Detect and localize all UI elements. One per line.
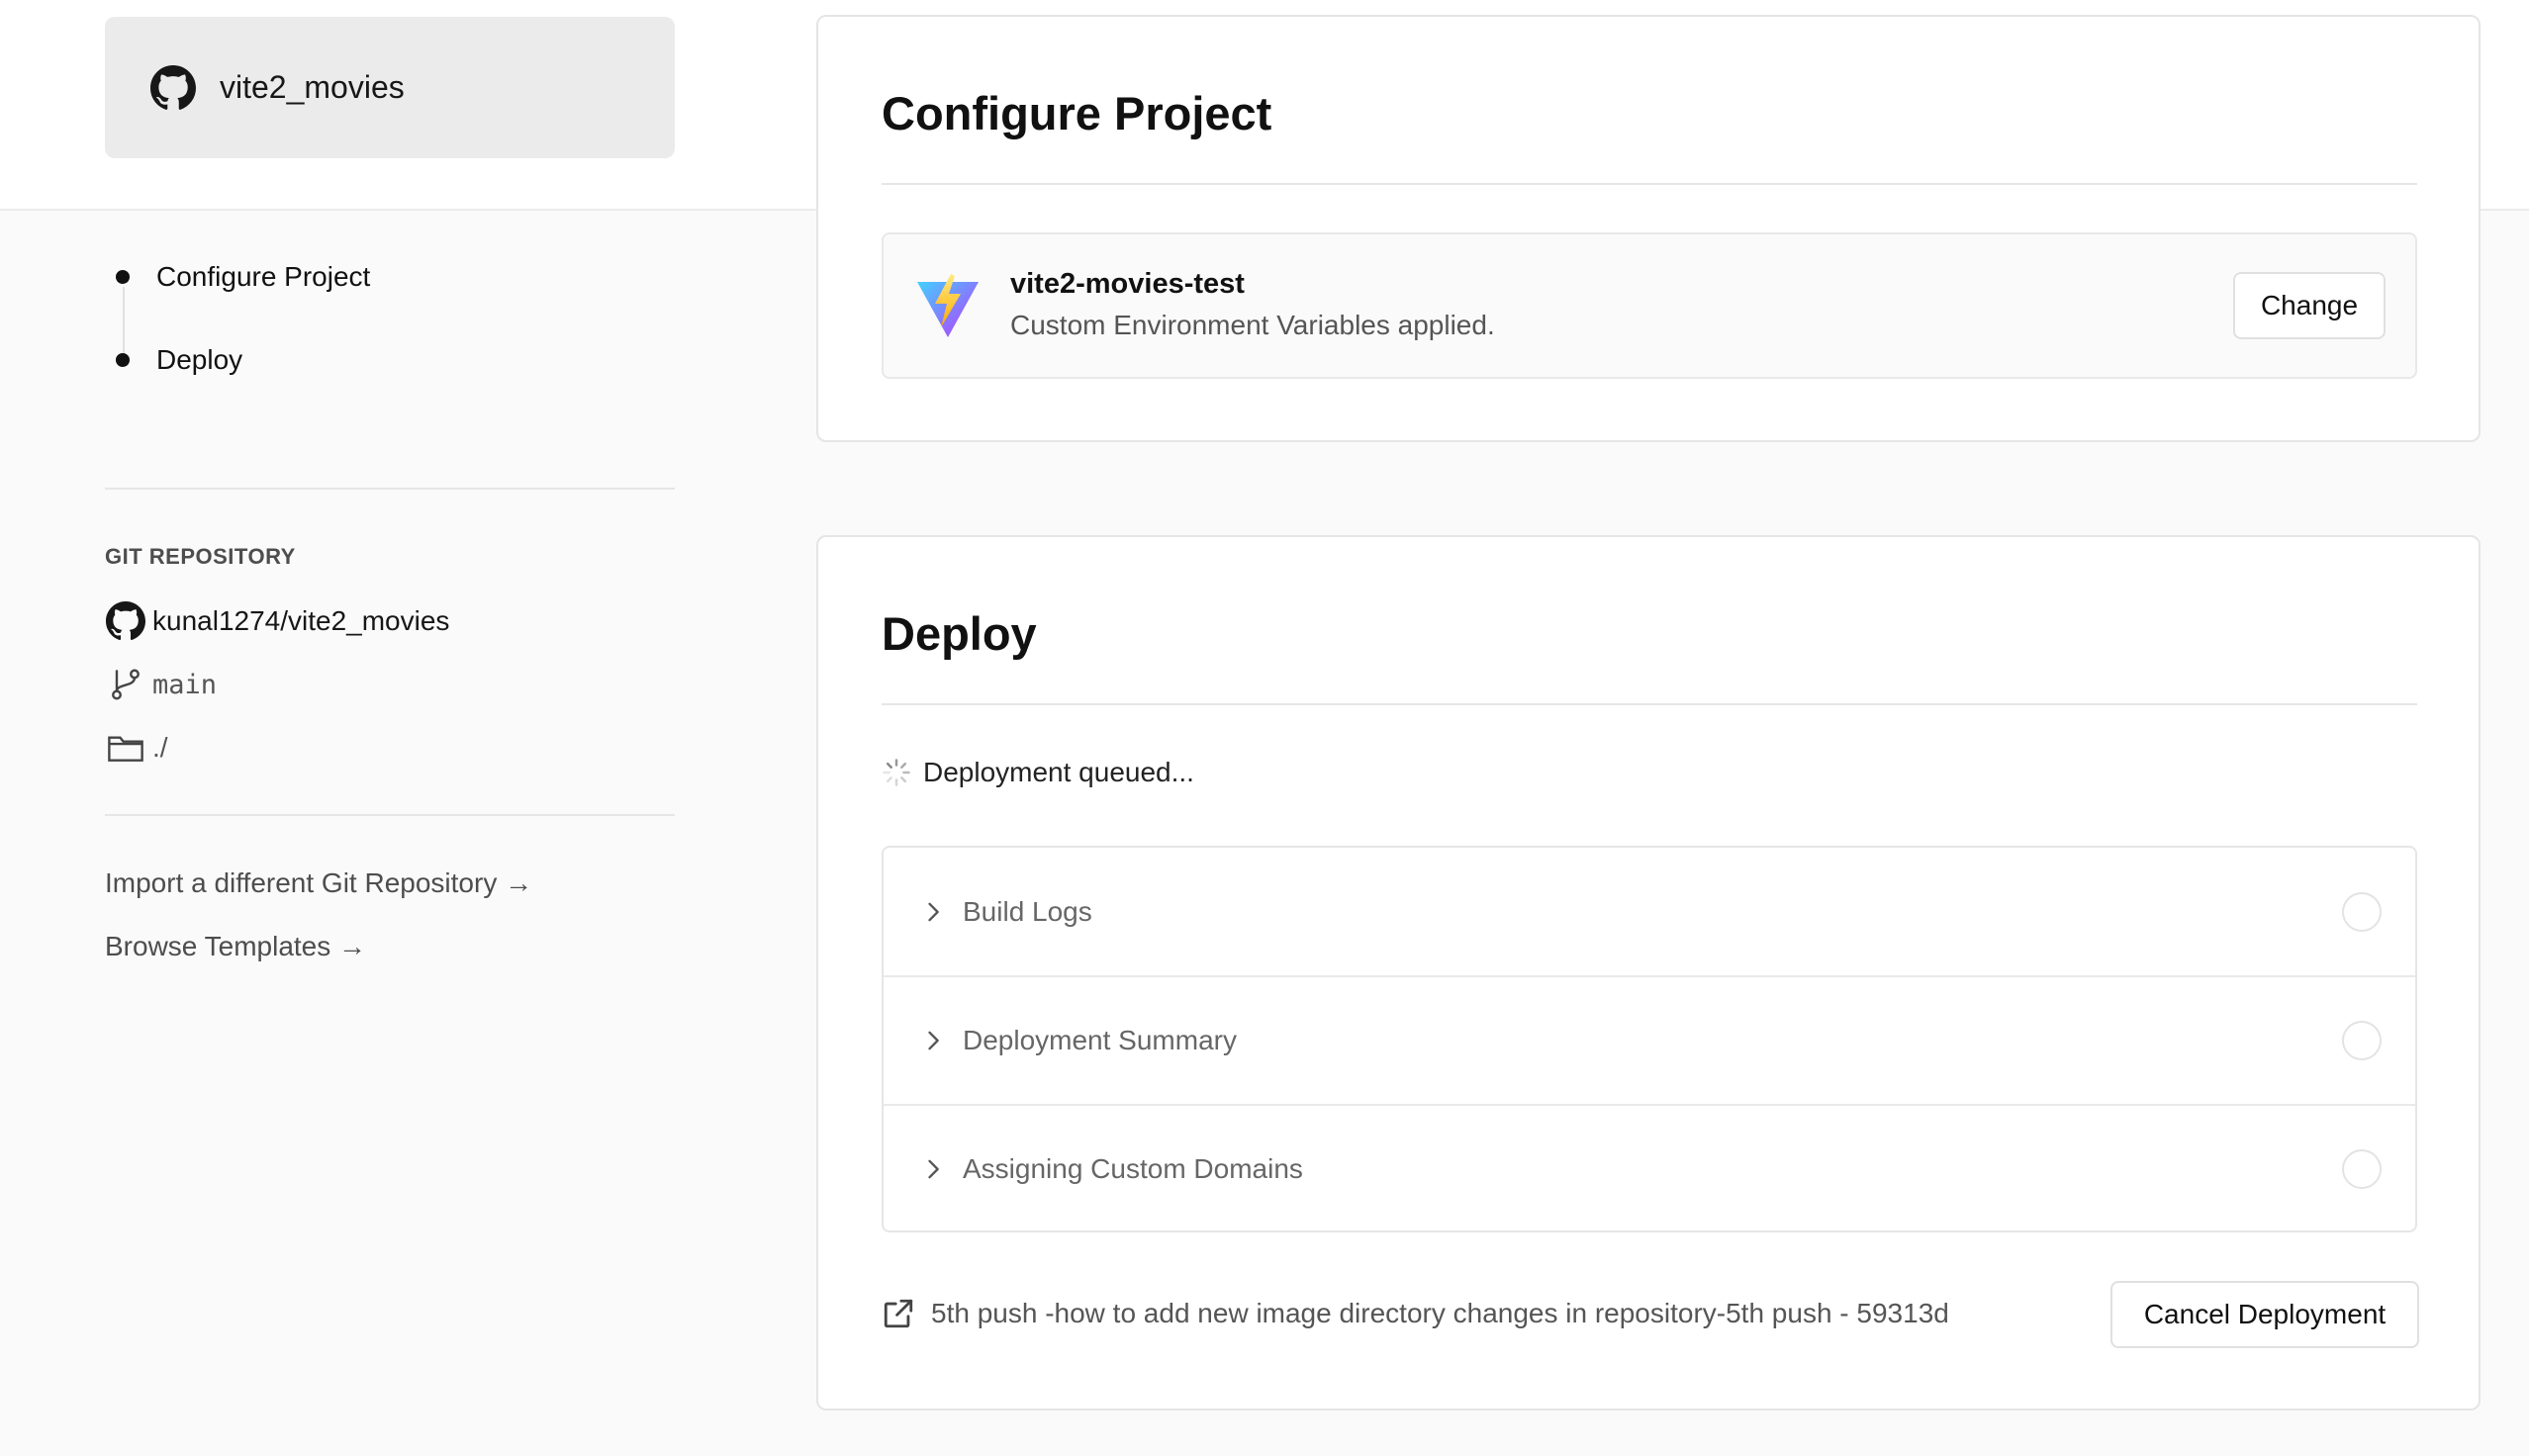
divider xyxy=(882,703,2417,705)
deploy-card: Deploy Deployment queued... Build Logs D… xyxy=(816,535,2481,1410)
browse-templates-link[interactable]: Browse Templates → xyxy=(105,931,366,962)
project-env-status: Custom Environment Variables applied. xyxy=(1010,310,1495,340)
import-git-repository-link[interactable]: Import a different Git Repository → xyxy=(105,867,532,899)
project-name: vite2-movies-test xyxy=(1010,268,1245,300)
step-dot xyxy=(116,353,130,367)
repo-card[interactable]: vite2_movies xyxy=(105,17,675,158)
git-repo-row[interactable]: kunal1274/vite2_movies xyxy=(105,601,449,641)
git-directory-row: ./ xyxy=(105,728,168,768)
deploy-title: Deploy xyxy=(882,607,1037,660)
commit-message: 5th push -how to add new image directory… xyxy=(931,1298,1949,1328)
spinner-icon xyxy=(883,759,910,786)
step-label: Configure Project xyxy=(156,261,371,292)
step-configure-project: Configure Project xyxy=(105,261,370,293)
deploy-steps-accordion: Build Logs Deployment Summary Assigning … xyxy=(882,846,2417,1232)
accordion-label: Deployment Summary xyxy=(963,1025,1237,1055)
divider xyxy=(105,814,675,816)
deployment-status-text: Deployment queued... xyxy=(923,757,1194,787)
project-summary: vite2-movies-test Custom Environment Var… xyxy=(882,232,2417,379)
divider xyxy=(105,488,675,490)
accordion-assigning-custom-domains[interactable]: Assigning Custom Domains xyxy=(884,1105,2415,1233)
configure-project-card: Configure Project vite2-movies-test Cust… xyxy=(816,15,2481,442)
commit-link[interactable]: 5th push -how to add new image directory… xyxy=(882,1297,1949,1330)
status-circle-icon xyxy=(2342,892,2382,932)
git-branch-icon xyxy=(105,665,146,704)
divider xyxy=(882,183,2417,185)
accordion-label: Build Logs xyxy=(963,896,1092,927)
configure-project-title: Configure Project xyxy=(882,87,1272,139)
github-icon xyxy=(150,64,196,110)
accordion-label: Assigning Custom Domains xyxy=(963,1153,1303,1184)
step-label: Deploy xyxy=(156,344,243,375)
git-directory: ./ xyxy=(152,732,168,763)
deployment-status: Deployment queued... xyxy=(882,757,1194,788)
git-branch-name: main xyxy=(152,669,218,700)
accordion-deployment-summary[interactable]: Deployment Summary xyxy=(884,976,2415,1105)
folder-icon xyxy=(105,728,146,768)
vite-logo-icon xyxy=(917,274,979,337)
status-circle-icon xyxy=(2342,1149,2382,1189)
repo-card-name: vite2_movies xyxy=(220,69,405,105)
chevron-right-icon xyxy=(928,1159,939,1179)
chevron-right-icon xyxy=(928,1031,939,1050)
external-link-icon xyxy=(884,1299,913,1328)
git-branch-row: main xyxy=(105,665,217,704)
accordion-build-logs[interactable]: Build Logs xyxy=(884,848,2415,976)
git-repository-heading: GIT REPOSITORY xyxy=(105,544,296,569)
cancel-deployment-button[interactable]: Cancel Deployment xyxy=(2110,1281,2419,1348)
step-deploy: Deploy xyxy=(105,344,242,376)
change-button[interactable]: Change xyxy=(2233,272,2386,339)
status-circle-icon xyxy=(2342,1021,2382,1060)
github-icon xyxy=(105,601,146,641)
chevron-right-icon xyxy=(928,902,939,922)
step-dot xyxy=(116,270,130,284)
git-repo-name: kunal1274/vite2_movies xyxy=(152,605,450,636)
